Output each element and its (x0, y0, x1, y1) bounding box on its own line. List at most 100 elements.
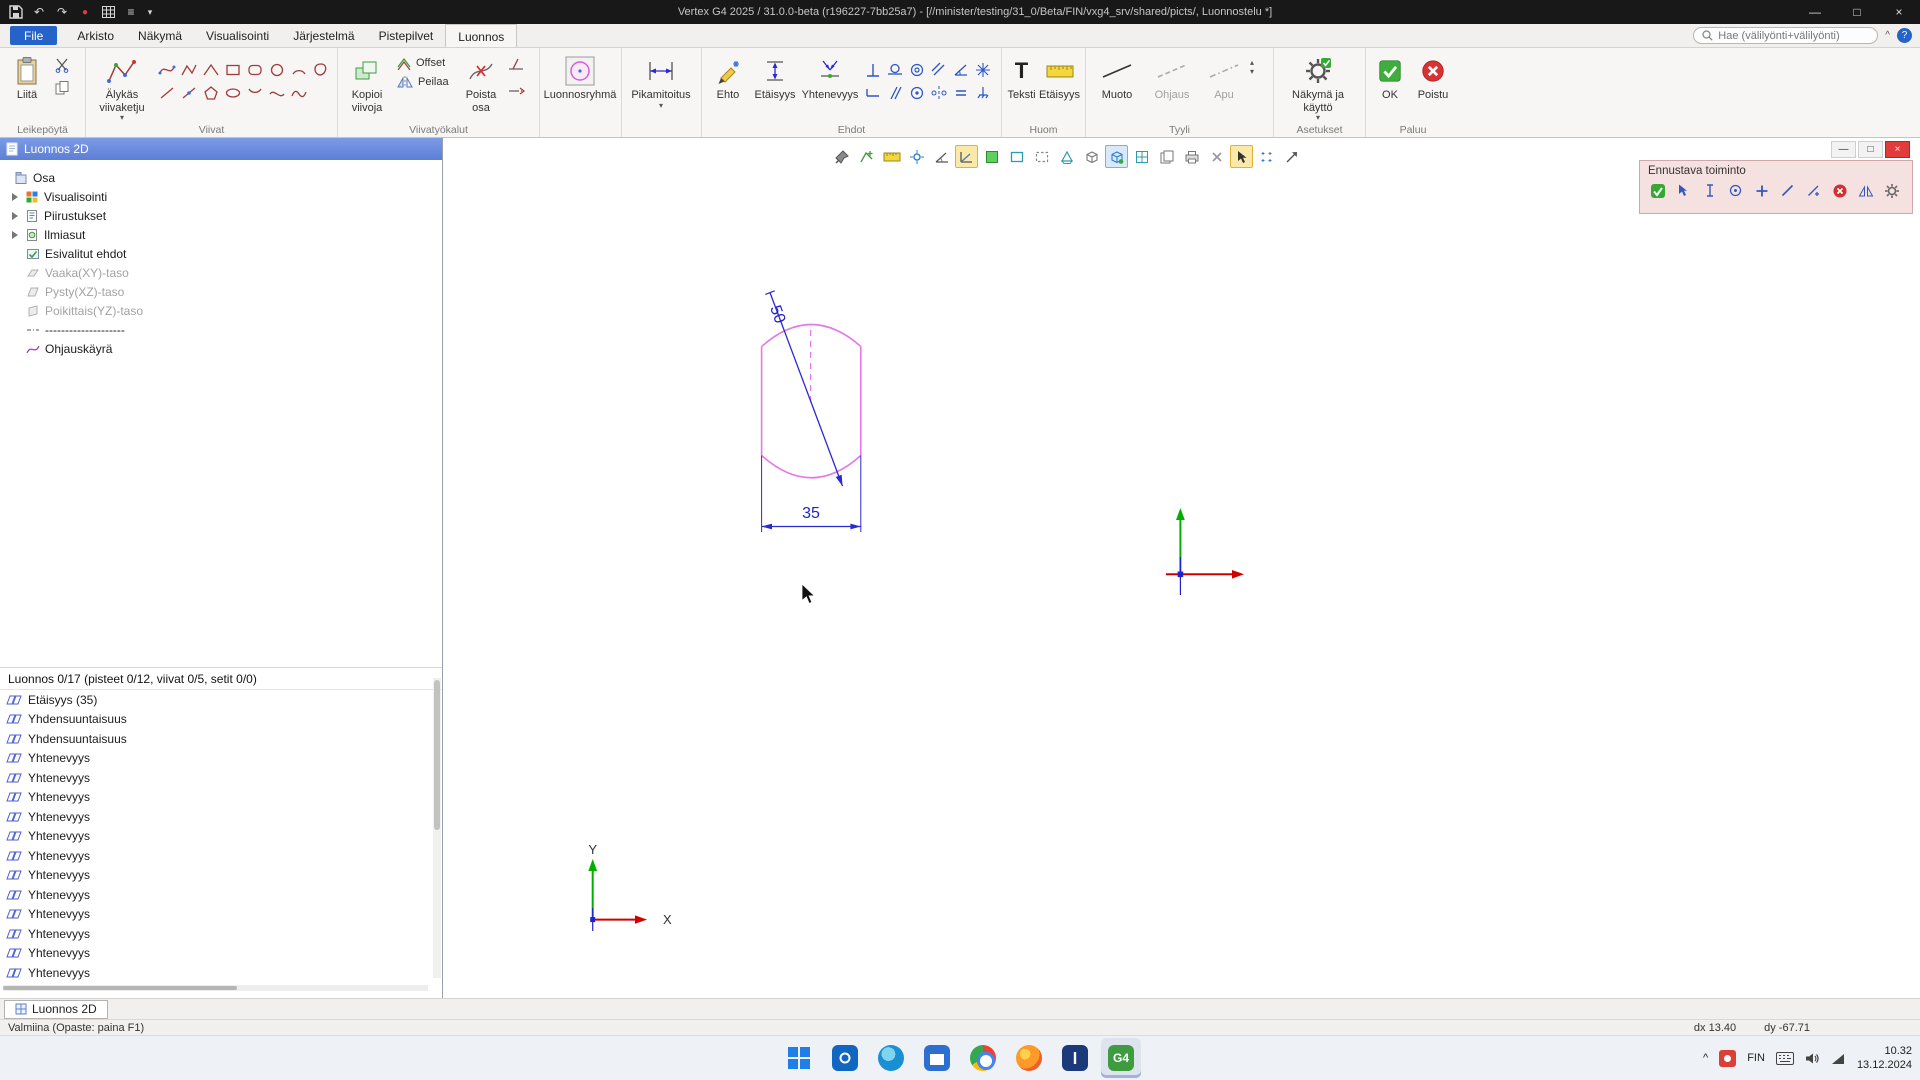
redo-icon[interactable]: ↷ (52, 3, 72, 21)
rect-outline-icon[interactable] (1005, 145, 1028, 168)
dimension-35[interactable]: 35 (802, 505, 820, 522)
remove-part-button[interactable]: Poista osa (459, 51, 503, 114)
pattern-icon[interactable] (972, 59, 993, 80)
iso-box-selected-icon[interactable] (1105, 145, 1128, 168)
distance-constraint-button[interactable]: Etäisyys (752, 51, 798, 102)
constraint-row[interactable]: Yhtenevyys (0, 846, 442, 866)
spline-icon[interactable] (156, 59, 177, 80)
tree-item-xz-plane[interactable]: Pysty(XZ)-taso (0, 282, 442, 301)
constraint-row[interactable]: Yhtenevyys (0, 905, 442, 925)
dimension-50[interactable]: 50 (766, 303, 788, 326)
symmetry-icon[interactable] (928, 82, 949, 103)
constraint-row[interactable]: Etäisyys (35) (0, 690, 442, 710)
edge-browser-icon[interactable] (871, 1038, 911, 1078)
rectangle-icon[interactable] (222, 59, 243, 80)
predict-ibeam-icon[interactable] (1700, 181, 1719, 200)
angle-icon[interactable] (950, 59, 971, 80)
tree-item-ohjauskayra[interactable]: Ohjauskäyrä (0, 339, 442, 358)
line-point-icon[interactable] (178, 82, 199, 103)
perpendicular-icon[interactable] (862, 59, 883, 80)
paste-button[interactable]: Liitä (5, 51, 49, 102)
constraint-row[interactable]: Yhtenevyys (0, 788, 442, 808)
circle-icon[interactable] (266, 59, 287, 80)
undo-icon[interactable]: ↶ (29, 3, 49, 21)
prism-icon[interactable] (1055, 145, 1078, 168)
language-indicator[interactable]: FIN (1747, 1052, 1765, 1064)
drawing-canvas[interactable]: — □ × Ennustava toiminto (443, 138, 1920, 998)
expand-arrow-icon[interactable] (10, 231, 20, 239)
menu-arkisto[interactable]: Arkisto (65, 24, 126, 47)
tab-luonnos[interactable]: Luonnos (445, 24, 517, 47)
vertex-g4-taskbar-icon[interactable]: G4 (1101, 1038, 1141, 1078)
quick-dimension-button[interactable]: Pikamitoitus ▾ (627, 51, 695, 110)
fill-toggle-icon[interactable] (980, 145, 1003, 168)
predict-pointer-plus-icon[interactable] (1804, 181, 1823, 200)
panel-header[interactable]: Luonnos 2D (0, 138, 442, 160)
constraint-row[interactable]: Yhdensuuntaisuus (0, 729, 442, 749)
ruler-toggle-icon[interactable] (880, 145, 903, 168)
grid-crosses-icon[interactable] (1255, 145, 1278, 168)
exit-button[interactable]: Poistu (1412, 51, 1454, 102)
cut-icon[interactable] (52, 55, 72, 75)
constraint-row[interactable]: Yhtenevyys (0, 749, 442, 769)
colinear-icon[interactable] (928, 59, 949, 80)
aid-style-button[interactable]: Apu (1201, 51, 1247, 102)
help-icon[interactable]: ? (1897, 28, 1912, 43)
tab-luonnos-2d[interactable]: Luonnos 2D (4, 1000, 108, 1019)
horizontal-scrollbar[interactable] (3, 985, 428, 991)
close-button[interactable]: × (1878, 0, 1920, 24)
extend-icon[interactable] (506, 78, 526, 98)
predict-mirror-icon[interactable] (1856, 181, 1875, 200)
constraint-row[interactable]: Yhtenevyys (0, 944, 442, 964)
select-cursor-icon[interactable] (1230, 145, 1253, 168)
fix-icon[interactable] (972, 82, 993, 103)
predict-line-icon[interactable] (1778, 181, 1797, 200)
predict-target-icon[interactable] (1726, 181, 1745, 200)
firefox-icon[interactable] (1009, 1038, 1049, 1078)
constraint-row[interactable]: Yhtenevyys (0, 885, 442, 905)
coincidence-button[interactable]: Yhtenevyys (801, 51, 859, 102)
arc-down-icon[interactable] (244, 82, 265, 103)
wave-curve-icon[interactable] (288, 82, 309, 103)
constraint-row[interactable]: Yhtenevyys (0, 827, 442, 847)
rect-dashed-icon[interactable] (1030, 145, 1053, 168)
control-style-button[interactable]: Ohjaus (1146, 51, 1198, 102)
predictive-enabled-checkbox[interactable] (1648, 181, 1667, 200)
mdi-restore-button[interactable]: □ (1858, 141, 1883, 158)
predictive-settings-gear-icon[interactable] (1882, 181, 1901, 200)
ellipse-icon[interactable] (222, 82, 243, 103)
chrome-icon[interactable] (963, 1038, 1003, 1078)
network-icon[interactable] (1831, 1052, 1846, 1065)
outlook-icon[interactable] (825, 1038, 865, 1078)
menu-jarjestelma[interactable]: Järjestelmä (281, 24, 366, 47)
note-distance-button[interactable]: Etäisyys (1039, 51, 1080, 102)
table-icon[interactable] (98, 3, 118, 21)
line-icon[interactable] (156, 82, 177, 103)
tree-item-esivalitut-ehdot[interactable]: Esivalitut ehdot (0, 244, 442, 263)
constraint-row[interactable]: Yhtenevyys (0, 768, 442, 788)
predict-plus-icon[interactable] (1752, 181, 1771, 200)
start-button[interactable] (779, 1038, 819, 1078)
clear-icon[interactable] (1205, 145, 1228, 168)
minimize-button[interactable]: — (1794, 0, 1836, 24)
record-icon[interactable]: ● (75, 3, 95, 21)
tree-item-ilmiasut[interactable]: Ilmiasut (0, 225, 442, 244)
ok-button[interactable]: OK (1371, 51, 1409, 102)
horizontal-icon[interactable] (862, 82, 883, 103)
scrollbar-thumb[interactable] (434, 680, 440, 830)
mdi-minimize-button[interactable]: — (1831, 141, 1856, 158)
expand-arrow-icon[interactable] (10, 193, 20, 201)
smart-polyline-button[interactable]: Älykäs viivaketju ▾ (91, 51, 153, 122)
snap-point-icon[interactable] (905, 145, 928, 168)
speaker-icon[interactable] (1805, 1052, 1820, 1065)
tray-red-app-icon[interactable] (1719, 1050, 1736, 1067)
ribbon-collapse-icon[interactable]: ^ (1885, 30, 1890, 41)
condition-button[interactable]: Ehto (707, 51, 749, 102)
menu-icon[interactable]: ≡ (121, 3, 141, 21)
constraint-row[interactable]: Yhtenevyys (0, 807, 442, 827)
tree-item-xy-plane[interactable]: Vaaka(XY)-taso (0, 263, 442, 282)
constraint-row[interactable]: Yhtenevyys (0, 963, 442, 983)
file-menu-button[interactable]: File (10, 26, 57, 45)
save-icon[interactable] (6, 3, 26, 21)
tree-item-piirustukset[interactable]: Piirustukset (0, 206, 442, 225)
